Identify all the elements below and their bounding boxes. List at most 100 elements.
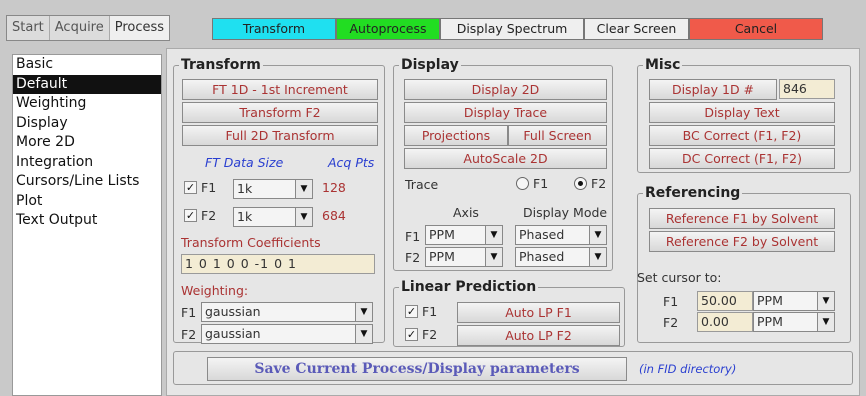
fid-directory-note: (in FID directory) bbox=[639, 362, 737, 376]
chevron-down-icon: ▼ bbox=[295, 180, 312, 198]
lp-f2-checkbox[interactable]: ✓ bbox=[405, 328, 418, 341]
f2-size-select[interactable]: 1k ▼ bbox=[233, 207, 313, 227]
display-text-button[interactable]: Display Text bbox=[649, 102, 835, 123]
reference-f1-button[interactable]: Reference F1 by Solvent bbox=[649, 208, 835, 229]
top-tab-bar: Start Acquire Process bbox=[6, 15, 171, 41]
weighting-f1-label: F1 bbox=[181, 305, 197, 320]
process-category-list: Basic Default Weighting Display More 2D … bbox=[12, 54, 162, 396]
chevron-down-icon: ▼ bbox=[355, 325, 372, 343]
acq-pts-label: Acq Pts bbox=[328, 155, 375, 170]
f2-label: F2 bbox=[201, 208, 217, 223]
ref-f2-input[interactable]: 0.00 bbox=[697, 312, 753, 332]
chevron-down-icon: ▼ bbox=[485, 226, 502, 244]
sidebar-item-default[interactable]: Default bbox=[13, 74, 161, 94]
ft-data-size-label: FT Data Size bbox=[205, 155, 284, 170]
display-trace-button[interactable]: Display Trace bbox=[404, 102, 607, 123]
projections-button[interactable]: Projections bbox=[404, 125, 508, 146]
f2-axis-value: PPM bbox=[429, 249, 455, 264]
misc-title: Misc bbox=[643, 57, 683, 73]
display-mode-label: Display Mode bbox=[523, 205, 608, 220]
f2-display-mode-select[interactable]: Phased ▼ bbox=[515, 247, 607, 267]
display-1d-button[interactable]: Display 1D # bbox=[649, 79, 777, 100]
autoprocess-button[interactable]: Autoprocess bbox=[336, 18, 440, 40]
referencing-title: Referencing bbox=[643, 185, 743, 201]
sidebar-item-display[interactable]: Display bbox=[13, 114, 161, 134]
f1-transform-checkbox[interactable]: ✓ bbox=[184, 181, 197, 194]
weighting-f2-value: gaussian bbox=[205, 326, 261, 341]
sidebar-item-plot[interactable]: Plot bbox=[13, 192, 161, 212]
chevron-down-icon: ▼ bbox=[589, 248, 606, 266]
full-screen-button[interactable]: Full Screen bbox=[508, 125, 607, 146]
transform-coefficients-label: Transform Coefficients bbox=[181, 235, 321, 250]
sidebar-item-integration[interactable]: Integration bbox=[13, 153, 161, 173]
transform-title: Transform bbox=[179, 57, 263, 73]
weighting-f2-label: F2 bbox=[181, 327, 197, 342]
ft-1d-button[interactable]: FT 1D - 1st Increment bbox=[182, 79, 378, 100]
trace-label: Trace bbox=[405, 177, 439, 192]
reference-f2-button[interactable]: Reference F2 by Solvent bbox=[649, 231, 835, 252]
sidebar-item-more-2d[interactable]: More 2D bbox=[13, 133, 161, 153]
f2-size-value: 1k bbox=[237, 209, 253, 224]
display-2d-button[interactable]: Display 2D bbox=[404, 79, 607, 100]
linear-prediction-title: Linear Prediction bbox=[399, 279, 539, 295]
cancel-button[interactable]: Cancel bbox=[689, 18, 823, 40]
trace-f1-label: F1 bbox=[533, 176, 549, 191]
f1-axis-select[interactable]: PPM ▼ bbox=[425, 225, 503, 245]
display-f1-label: F1 bbox=[405, 229, 421, 244]
display-spectrum-button[interactable]: Display Spectrum bbox=[440, 18, 584, 40]
tab-acquire[interactable]: Acquire bbox=[50, 16, 110, 40]
f1-size-select[interactable]: 1k ▼ bbox=[233, 179, 313, 199]
transform-coefficients-input[interactable]: 1 0 1 0 0 -1 0 1 bbox=[181, 254, 375, 274]
ref-f1-unit-select[interactable]: PPM ▼ bbox=[753, 291, 835, 311]
auto-lp-f2-button[interactable]: Auto LP F2 bbox=[457, 325, 620, 346]
f1-display-mode-select[interactable]: Phased ▼ bbox=[515, 225, 607, 245]
lp-f2-label: F2 bbox=[422, 327, 438, 342]
display-title: Display bbox=[399, 57, 461, 73]
sidebar-item-text-output[interactable]: Text Output bbox=[13, 211, 161, 231]
sidebar-item-weighting[interactable]: Weighting bbox=[13, 94, 161, 114]
tab-process[interactable]: Process bbox=[109, 16, 170, 40]
bc-correct-button[interactable]: BC Correct (F1, F2) bbox=[649, 125, 835, 146]
chevron-down-icon: ▼ bbox=[817, 292, 834, 310]
f1-size-value: 1k bbox=[237, 181, 253, 196]
weighting-f2-select[interactable]: gaussian ▼ bbox=[201, 324, 373, 344]
full-2d-transform-button[interactable]: Full 2D Transform bbox=[182, 125, 378, 146]
weighting-f1-value: gaussian bbox=[205, 304, 261, 319]
f2-axis-select[interactable]: PPM ▼ bbox=[425, 247, 503, 267]
auto-lp-f1-button[interactable]: Auto LP F1 bbox=[457, 302, 620, 323]
sidebar-item-basic[interactable]: Basic bbox=[13, 55, 161, 75]
autoscale-2d-button[interactable]: AutoScale 2D bbox=[404, 148, 607, 169]
f1-mode-value: Phased bbox=[519, 227, 565, 242]
set-cursor-label: Set cursor to: bbox=[637, 270, 722, 285]
transform-button[interactable]: Transform bbox=[212, 18, 336, 40]
f1-axis-value: PPM bbox=[429, 227, 455, 242]
ref-f2-unit-select[interactable]: PPM ▼ bbox=[753, 312, 835, 332]
tab-start[interactable]: Start bbox=[7, 16, 50, 40]
lp-f1-checkbox[interactable]: ✓ bbox=[405, 305, 418, 318]
f1-acq-pts: 128 bbox=[322, 180, 346, 195]
lp-f1-label: F1 bbox=[422, 304, 438, 319]
chevron-down-icon: ▼ bbox=[817, 313, 834, 331]
main-panel: Transform FT 1D - 1st Increment Transfor… bbox=[166, 48, 860, 396]
weighting-label: Weighting: bbox=[181, 283, 249, 298]
dc-correct-button[interactable]: DC Correct (F1, F2) bbox=[649, 148, 835, 169]
transform-f2-button[interactable]: Transform F2 bbox=[182, 102, 378, 123]
ref-f1-label: F1 bbox=[663, 294, 679, 309]
display-1d-input[interactable]: 846 bbox=[779, 79, 835, 99]
sidebar-item-cursors[interactable]: Cursors/Line Lists bbox=[13, 172, 161, 192]
ref-f1-input[interactable]: 50.00 bbox=[697, 291, 753, 311]
chevron-down-icon: ▼ bbox=[485, 248, 502, 266]
axis-label: Axis bbox=[453, 205, 479, 220]
chevron-down-icon: ▼ bbox=[295, 208, 312, 226]
chevron-down-icon: ▼ bbox=[589, 226, 606, 244]
ref-f2-label: F2 bbox=[663, 315, 679, 330]
f2-transform-checkbox[interactable]: ✓ bbox=[184, 209, 197, 222]
trace-f2-radio[interactable] bbox=[574, 177, 587, 190]
save-parameters-button[interactable]: Save Current Process/Display parameters bbox=[207, 357, 627, 381]
ref-f2-unit-value: PPM bbox=[757, 314, 783, 329]
trace-f2-label: F2 bbox=[591, 176, 607, 191]
clear-screen-button[interactable]: Clear Screen bbox=[584, 18, 689, 40]
f2-acq-pts: 684 bbox=[322, 208, 346, 223]
weighting-f1-select[interactable]: gaussian ▼ bbox=[201, 302, 373, 322]
trace-f1-radio[interactable] bbox=[516, 177, 529, 190]
